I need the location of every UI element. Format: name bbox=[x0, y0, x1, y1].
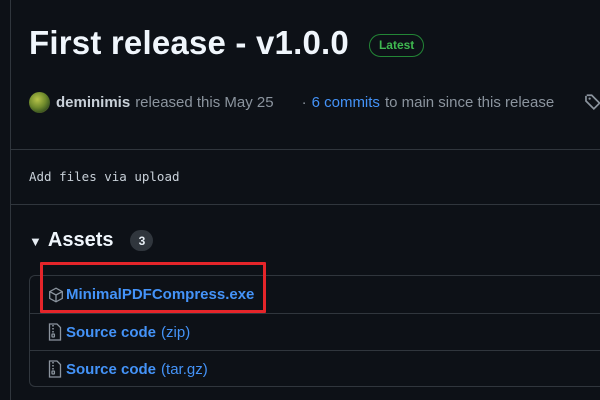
divider-top bbox=[10, 149, 600, 150]
divider-assets bbox=[10, 204, 600, 205]
latest-badge: Latest bbox=[368, 33, 425, 57]
assets-title: Assets bbox=[47, 229, 114, 251]
asset-link[interactable]: Source code bbox=[66, 361, 156, 378]
release-page: First release - v1.0.0 Latest deminimis … bbox=[0, 0, 600, 400]
asset-link[interactable]: Source code bbox=[66, 324, 156, 341]
asset-format[interactable]: (tar.gz) bbox=[161, 361, 208, 378]
released-date-text: released this May 25 bbox=[135, 93, 274, 111]
release-header: First release - v1.0.0 Latest bbox=[29, 24, 425, 62]
caret-down-icon: ▼ bbox=[29, 234, 42, 249]
assets-count-badge: 3 bbox=[130, 230, 154, 251]
release-title[interactable]: First release - v1.0.0 bbox=[29, 24, 349, 62]
author-link[interactable]: deminimis bbox=[56, 94, 130, 111]
file-zip-icon bbox=[48, 323, 64, 341]
asset-row-zip[interactable]: Source code (zip) bbox=[30, 313, 600, 350]
asset-row-targz[interactable]: Source code (tar.gz) bbox=[30, 350, 600, 387]
asset-format[interactable]: (zip) bbox=[161, 324, 190, 341]
file-zip-icon bbox=[48, 360, 64, 378]
release-description: Add files via upload bbox=[29, 169, 180, 184]
commits-link[interactable]: 6 commits bbox=[312, 94, 380, 111]
avatar[interactable] bbox=[29, 91, 50, 113]
assets-toggle[interactable]: ▼ Assets 3 bbox=[29, 229, 154, 252]
release-meta: deminimis released this May 25 · 6 commi… bbox=[29, 90, 600, 114]
meta-separator: · bbox=[301, 93, 307, 111]
highlight-annotation bbox=[40, 262, 266, 313]
commits-suffix: to main since this release bbox=[384, 93, 555, 111]
tag-icon[interactable] bbox=[584, 93, 600, 115]
